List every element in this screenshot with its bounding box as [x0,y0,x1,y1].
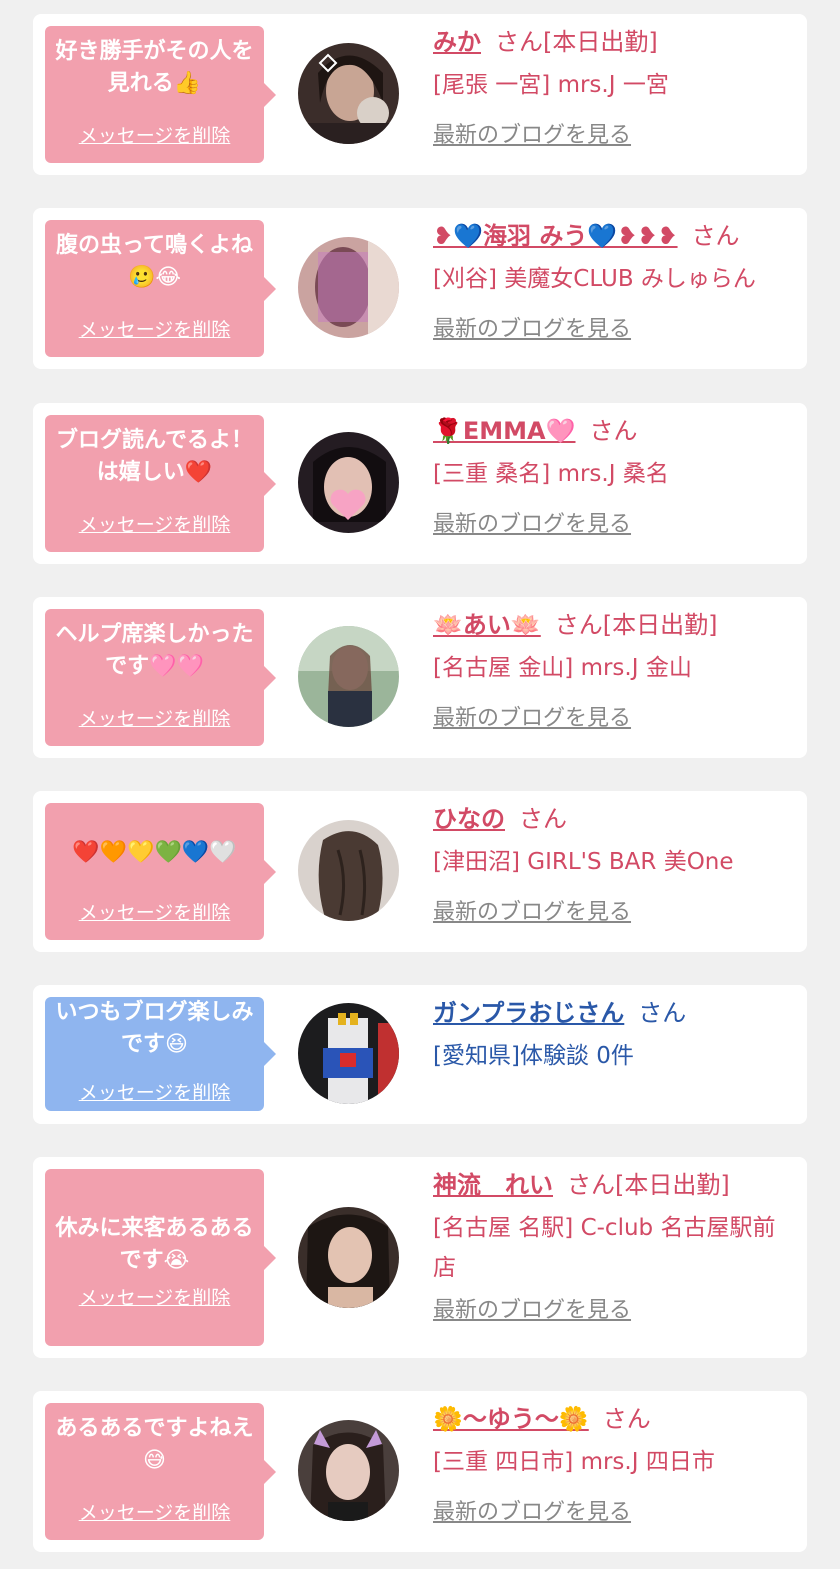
delete-message-link[interactable]: メッセージを削除 [79,1498,231,1525]
name-line: みか さん[本日出勤] [433,26,793,58]
girl-name-link[interactable]: ❥💙海羽 みう💙❥❥❥ [433,222,678,250]
message-bubble: あるあるですよねえ😅 メッセージを削除 [45,1403,276,1540]
delete-message-link[interactable]: メッセージを削除 [79,121,231,148]
name-suffix: さん[本日出勤] [495,28,658,56]
avatar[interactable] [298,1003,399,1104]
girl-name-link[interactable]: 🌼〜ゆう〜🌼 [433,1405,589,1433]
name-suffix: さん[本日出勤] [554,611,718,639]
name-line: ひなの さん [433,803,793,835]
latest-blog-link[interactable]: 最新のブログを見る [433,121,793,151]
message-bubble: 腹の虫って鳴くよね🥲😂 メッセージを削除 [45,220,276,357]
girl-name-link[interactable]: 神流 れい [433,1171,553,1199]
name-line: 🪷あい🪷 さん[本日出勤] [433,609,793,641]
shop-info: [三重 四日市] mrs.J 四日市 [433,1449,715,1475]
latest-blog-link[interactable]: 最新のブログを見る [433,1296,793,1326]
message-bubble: ❤️🧡💛💚💙🤍 メッセージを削除 [45,803,276,940]
message-card: 好き勝手がその人を見れる👍 メッセージを削除 みか さん[本日出勤] [尾張 一宮… [33,14,807,175]
avatar[interactable] [298,1420,399,1521]
message-bubble: 休みに来客あるあるです😭 メッセージを削除 [45,1169,276,1346]
name-suffix: さん [602,1405,651,1433]
latest-blog-link[interactable]: 最新のブログを見る [433,704,793,734]
name-suffix: さん [638,999,687,1027]
message-text: 腹の虫って鳴くよね🥲😂 [56,233,253,290]
latest-blog-link[interactable]: 最新のブログを見る [433,510,793,540]
message-text: 好き勝手がその人を見れる👍 [55,39,254,96]
message-text: ❤️🧡💛💚💙🤍 [72,840,237,865]
message-bubble: ヘルプ席楽しかったです🩷🩷 メッセージを削除 [45,609,276,746]
message-bubble: ブログ読んでるよ！は嬉しい❤️ メッセージを削除 [45,415,276,552]
girl-info: 神流 れい さん[本日出勤] [名古屋 名駅] C-club 名古屋駅前店 最新の… [433,1169,793,1326]
girl-info: ひなの さん [津田沼] GIRL'S BAR 美One 最新のブログを見る [433,803,793,928]
user-name-link[interactable]: ガンプラおじさん [433,999,624,1027]
message-text: ヘルプ席楽しかったです🩷🩷 [55,622,254,679]
delete-message-link[interactable]: メッセージを削除 [79,1283,231,1310]
message-card: 腹の虫って鳴くよね🥲😂 メッセージを削除 ❥💙海羽 みう💙❥❥❥ さん [刈谷] … [33,208,807,369]
girl-name-link[interactable]: 🌹EMMA🩷 [433,417,576,445]
latest-blog-link[interactable]: 最新のブログを見る [433,1498,793,1528]
girl-info: みか さん[本日出勤] [尾張 一宮] mrs.J 一宮 最新のブログを見る [433,26,793,151]
girl-info: ❥💙海羽 みう💙❥❥❥ さん [刈谷] 美魔女CLUB みしゅらん 最新のブログを… [433,220,793,345]
shop-info: [名古屋 名駅] C-club 名古屋駅前店 [433,1215,776,1281]
latest-blog-link[interactable]: 最新のブログを見る [433,898,793,928]
girl-name-link[interactable]: ひなの [433,805,505,833]
delete-message-link[interactable]: メッセージを削除 [79,510,231,537]
name-suffix: さん [691,222,740,250]
name-line: 🌹EMMA🩷 さん [433,415,793,447]
latest-blog-link[interactable]: 最新のブログを見る [433,315,793,345]
girl-info: 🌼〜ゆう〜🌼 さん [三重 四日市] mrs.J 四日市 最新のブログを見る [433,1403,793,1528]
avatar[interactable] [298,820,399,921]
message-card: 休みに来客あるあるです😭 メッセージを削除 神流 れい さん[本日出勤] [名古屋… [33,1157,807,1358]
girl-name-link[interactable]: みか [433,28,481,56]
shop-info: [尾張 一宮] mrs.J 一宮 [433,72,669,98]
avatar[interactable] [298,432,399,533]
message-card: ❤️🧡💛💚💙🤍 メッセージを削除 ひなの さん [津田沼] GIRL'S BAR … [33,791,807,952]
name-suffix: さん [589,417,638,445]
message-bubble: いつもブログ楽しみです😆 メッセージを削除 [45,997,276,1111]
message-text: 休みに来客あるあるです😭 [55,1216,254,1273]
message-text: あるあるですよねえ😅 [55,1416,254,1473]
avatar[interactable] [298,237,399,338]
name-line: 神流 れい さん[本日出勤] [433,1169,793,1201]
delete-message-link[interactable]: メッセージを削除 [79,315,231,342]
delete-message-link[interactable]: メッセージを削除 [79,898,231,925]
avatar[interactable] [298,43,399,144]
message-text: ブログ読んでるよ！は嬉しい❤️ [56,428,253,485]
shop-info: [津田沼] GIRL'S BAR 美One [433,849,734,875]
message-card: いつもブログ楽しみです😆 メッセージを削除 ガンプラおじさん さん [愛知県]体験… [33,985,807,1124]
name-suffix: さん [519,805,567,833]
message-card: ヘルプ席楽しかったです🩷🩷 メッセージを削除 🪷あい🪷 さん[本日出勤] [名古屋… [33,597,807,758]
message-bubble: 好き勝手がその人を見れる👍 メッセージを削除 [45,26,276,163]
name-line: ❥💙海羽 みう💙❥❥❥ さん [433,220,793,252]
name-suffix: さん[本日出勤] [567,1171,730,1199]
avatar[interactable] [298,1207,399,1308]
message-card: ブログ読んでるよ！は嬉しい❤️ メッセージを削除 🌹EMMA🩷 さん [三重 桑名… [33,403,807,564]
shop-info: [三重 桑名] mrs.J 桑名 [433,461,669,487]
review-info: [愛知県]体験談 0件 [433,1043,634,1069]
delete-message-link[interactable]: メッセージを削除 [79,704,231,731]
name-line: 🌼〜ゆう〜🌼 さん [433,1403,793,1435]
shop-info: [刈谷] 美魔女CLUB みしゅらん [433,266,756,292]
name-line: ガンプラおじさん さん [433,997,793,1029]
avatar[interactable] [298,626,399,727]
message-text: いつもブログ楽しみです😆 [55,1000,254,1057]
girl-info: 🌹EMMA🩷 さん [三重 桑名] mrs.J 桑名 最新のブログを見る [433,415,793,540]
girl-name-link[interactable]: 🪷あい🪷 [433,611,541,639]
girl-info: ガンプラおじさん さん [愛知県]体験談 0件 [433,997,793,1076]
delete-message-link[interactable]: メッセージを削除 [79,1078,231,1105]
message-card: あるあるですよねえ😅 メッセージを削除 🌼〜ゆう〜🌼 さん [三重 四日市] mr… [33,1391,807,1552]
shop-info: [名古屋 金山] mrs.J 金山 [433,655,692,681]
girl-info: 🪷あい🪷 さん[本日出勤] [名古屋 金山] mrs.J 金山 最新のブログを見る [433,609,793,734]
